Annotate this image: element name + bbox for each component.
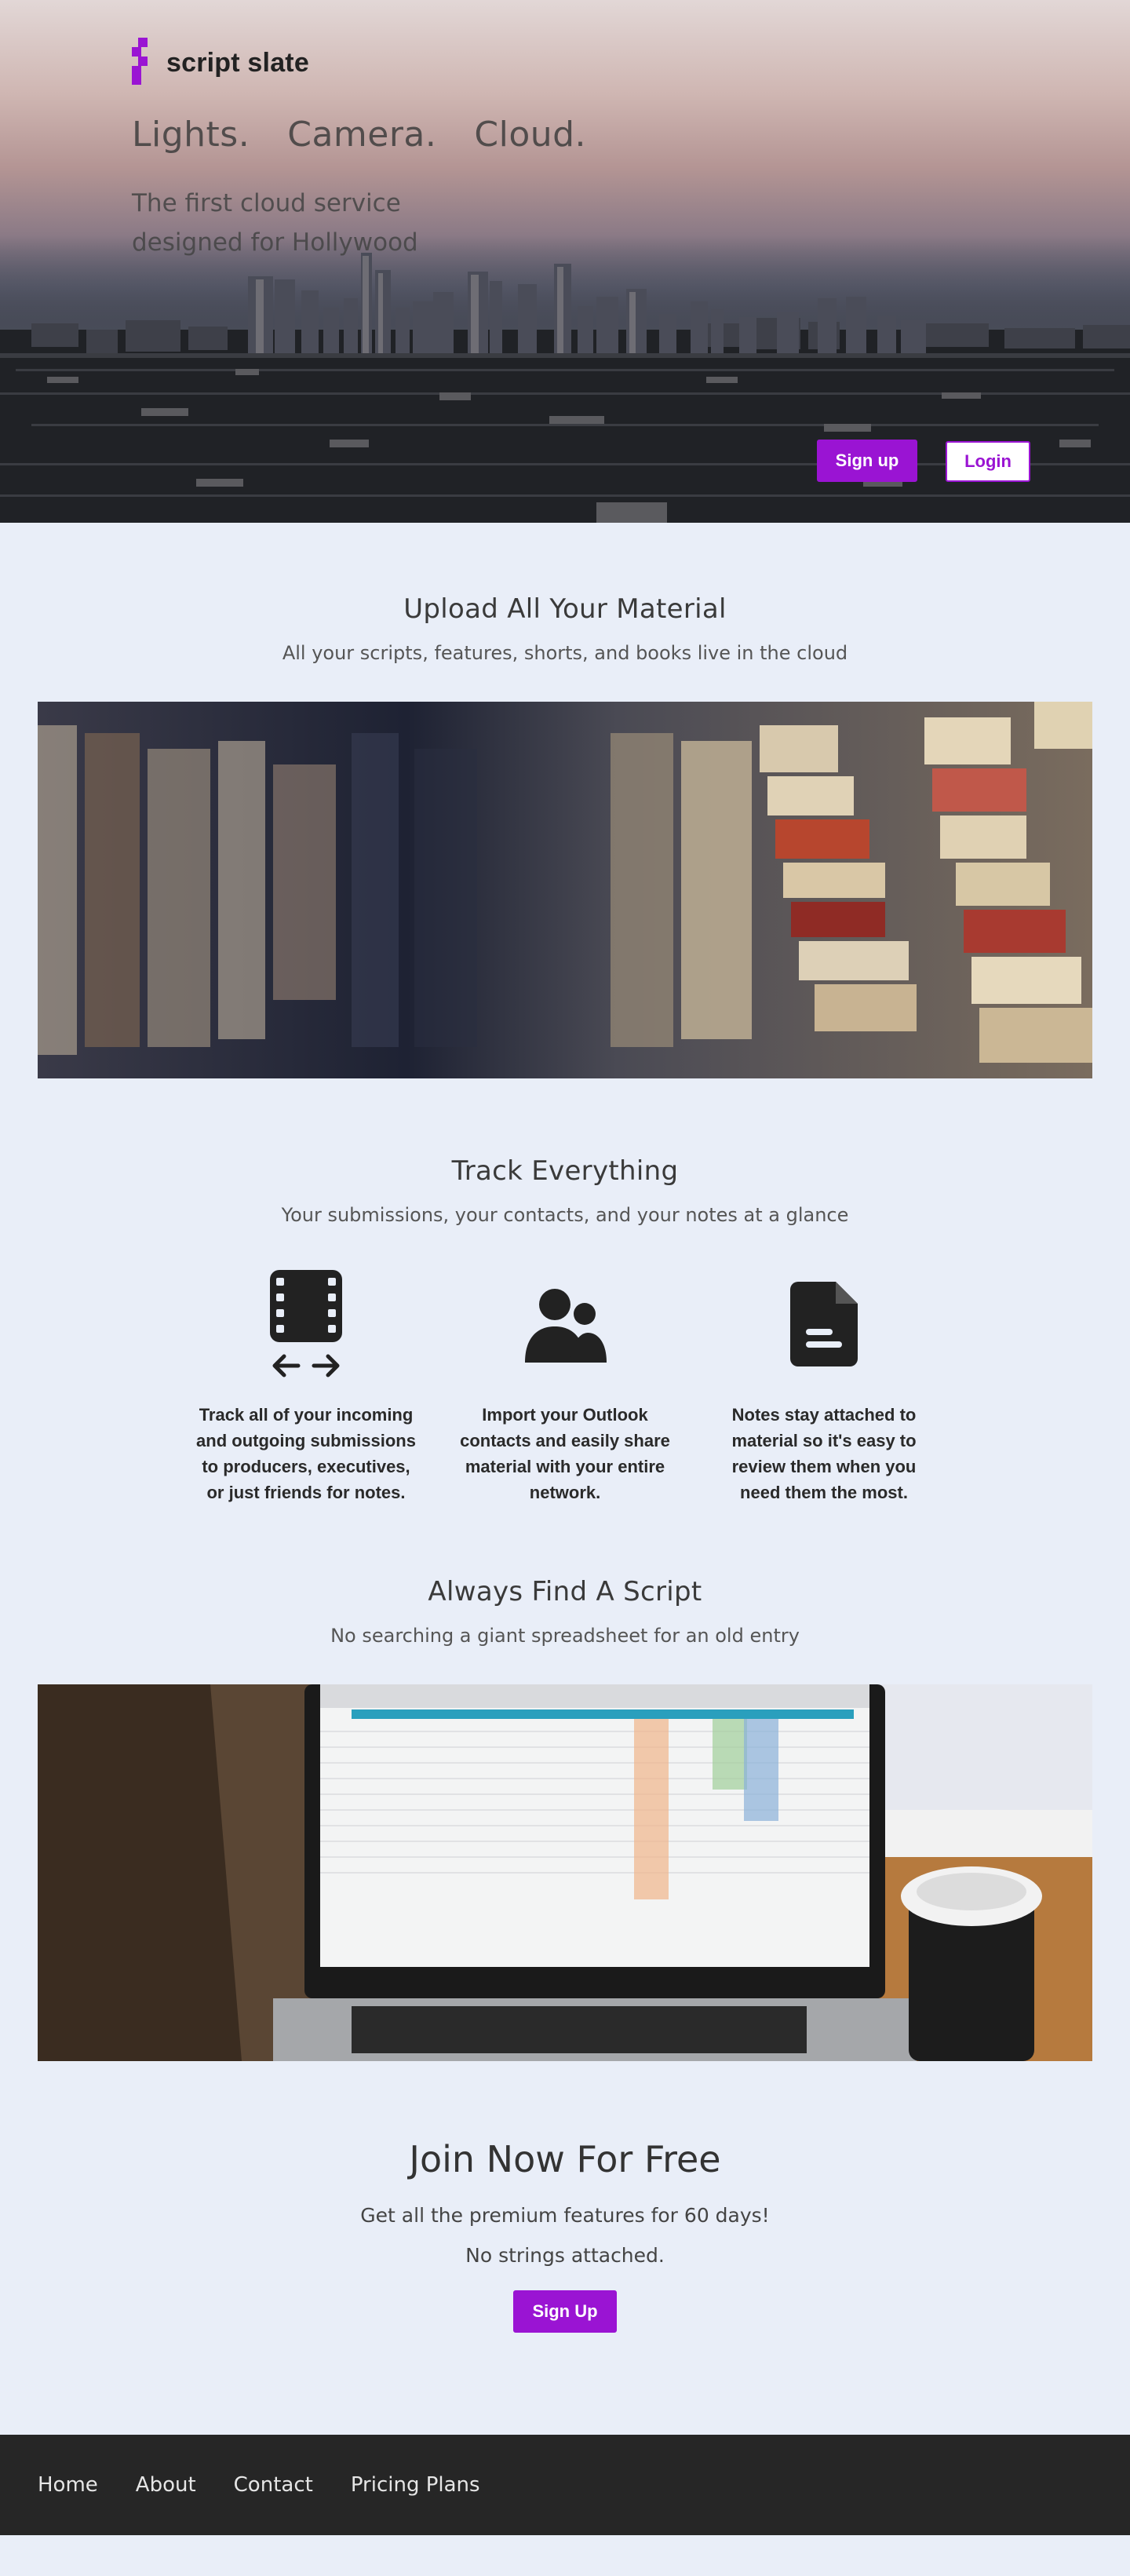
feature-list: Track all of your incoming and outgoing … [0,1265,1130,1505]
film-exchange-icon [177,1265,436,1383]
feature-item: Track all of your incoming and outgoing … [177,1265,436,1505]
tagline-word: Cloud. [474,115,587,155]
logo-mark-icon [132,38,159,88]
feature-text: Import your Outlook contacts and easily … [460,1405,670,1502]
hero-subtitle: The first cloud service designed for Hol… [132,189,418,257]
feature-item: Import your Outlook contacts and easily … [436,1265,694,1505]
feature-text: Notes stay attached to material so it's … [731,1405,917,1502]
hero: script slate Lights. Camera. Cloud. The … [0,0,1130,523]
footer: Home About Contact Pricing Plans [0,2435,1130,2535]
hero-signup-button[interactable]: Sign up [817,440,917,482]
section-subtitle: All your scripts, features, shorts, and … [282,642,848,664]
find-section: Always Find A Script No searching a gian… [0,1505,1130,2061]
document-icon [694,1265,953,1383]
footer-link-about[interactable]: About [136,2473,196,2497]
track-section: Track Everything Your submissions, your … [0,1078,1130,1505]
section-title: Track Everything [451,1155,679,1187]
join-line-1: Get all the premium features for 60 days… [360,2204,770,2227]
section-subtitle: Your submissions, your contacts, and you… [281,1204,849,1226]
users-icon [436,1265,694,1383]
tagline-word: Lights. [132,115,250,155]
join-signup-button[interactable]: Sign Up [513,2290,617,2333]
bookshelf-image [38,702,1092,1078]
upload-section: Upload All Your Material All your script… [0,523,1130,1078]
section-title: Upload All Your Material [403,593,727,625]
join-section: Join Now For Free Get all the premium fe… [0,2061,1130,2435]
footer-link-pricing[interactable]: Pricing Plans [351,2473,480,2497]
footer-link-home[interactable]: Home [38,2473,98,2497]
join-line-2: No strings attached. [465,2244,665,2267]
logo[interactable]: script slate [132,38,309,88]
feature-text: Track all of your incoming and outgoing … [196,1405,416,1502]
footer-link-contact[interactable]: Contact [234,2473,313,2497]
section-title: Always Find A Script [428,1576,702,1607]
join-title: Join Now For Free [409,2138,721,2180]
hero-tagline: Lights. Camera. Cloud. [132,115,586,155]
tagline-word: Camera. [287,115,437,155]
feature-item: Notes stay attached to material so it's … [694,1265,953,1505]
hero-login-button[interactable]: Login [946,441,1030,482]
section-subtitle: No searching a giant spreadsheet for an … [330,1625,800,1647]
logo-text: script slate [166,47,309,78]
laptop-spreadsheet-image [38,1684,1092,2061]
